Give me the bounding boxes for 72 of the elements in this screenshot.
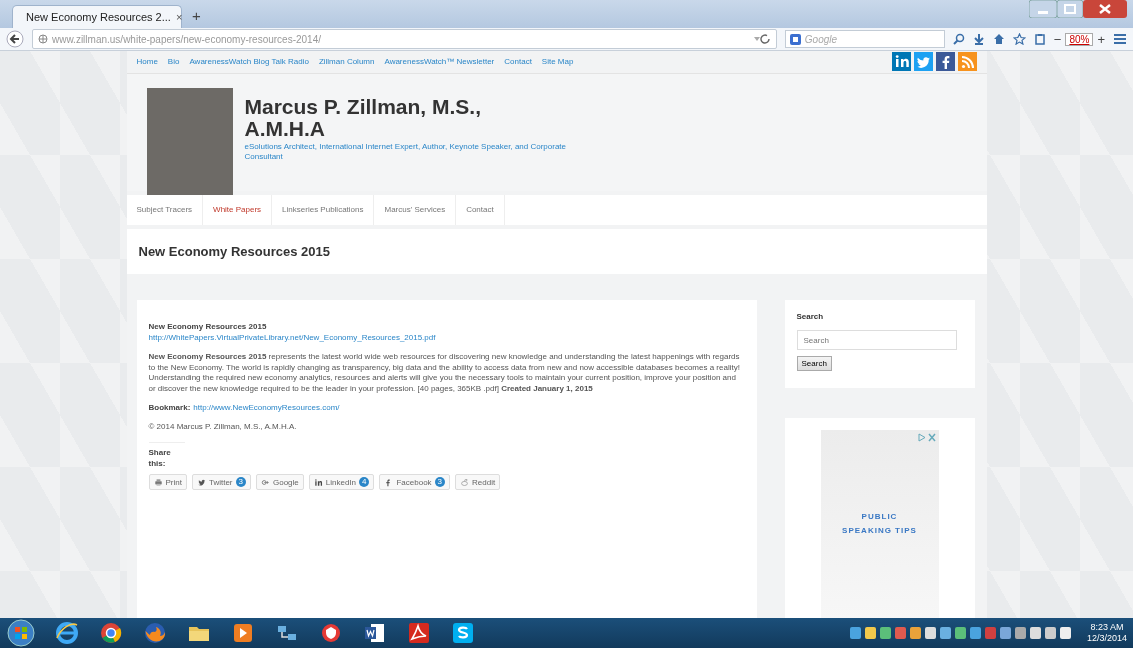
url-text: www.zillman.us/white-papers/new-economy-resources-2014/ [52,33,322,45]
back-icon[interactable] [6,30,24,48]
printer-icon [153,477,163,487]
search-engine-icon [789,33,801,45]
breadcrumb-link[interactable]: AwarenessWatch Blog Talk Radio [189,57,309,67]
address-bar[interactable]: www.zillman.us/white-papers/new-economy-resources-2014/ [32,29,777,49]
start-button[interactable] [6,619,36,647]
clipboard-icon[interactable] [1033,33,1046,45]
home-icon[interactable] [992,33,1005,45]
tab-close-button[interactable]: × [175,11,183,23]
breadcrumb-link[interactable]: Bio [167,57,180,67]
site-title: Marcus P. Zillman, M.S., A.M.H.A [244,95,483,140]
search-icon[interactable] [952,33,965,45]
search-button[interactable]: Search [796,356,832,371]
zoom-out-button[interactable]: − [1053,31,1062,47]
zoom-level[interactable]: 80% [1065,32,1094,46]
bookmark-link[interactable]: http://www.NewEconomyResources.com/ [193,403,340,414]
google-plus-icon [260,477,270,487]
tab-title: New Economy Resources 2... [26,11,171,23]
search-placeholder: Google [804,33,838,45]
article-paragraph: New Economy Resources 2015 represents the latest world wide web resources for discovering new knowledge and understanding the latest happenings with regards to the New Economy. The world is rapidly changing as transparency, big data and the ability to access data from new and now accessible databases becomes a reality! Understanding the required new economy analytics, resources and alerts will give you the necessary tools to maintain your current position, improve your position and or discover the new knowledge required to be the leader in your profession. [40 pages, 365KB .pdf] Created January 1, 2015 [148,352,741,394]
breadcrumb-link[interactable]: Site Map [541,57,574,67]
nav-tab[interactable]: Marcus' Services [374,194,457,225]
letter-e-icon [54,620,80,646]
advertisement[interactable]: PUBLIC SPEAKING TIPS [820,430,939,618]
search-heading: Search [796,312,825,321]
nav-tab[interactable]: Contact [456,194,505,225]
pdf-link[interactable]: http://WhitePapers.VirtualPrivateLibrary.net/New_Economy_Resources_2015.pdf [148,332,436,342]
article-heading: New Economy Resources 2015 [148,322,268,333]
breadcrumb-link[interactable]: Home [136,57,158,67]
copyright-text: © 2014 Marcus P. Zillman, M.S., A.M.H.A. [148,421,298,432]
browser-tab[interactable]: New Economy Resources 2... × [12,5,182,28]
bird-icon [196,477,206,487]
zoom-in-button[interactable]: + [1097,31,1105,47]
menu-icon[interactable] [1113,33,1127,45]
firefox-icon [142,620,168,646]
share-button[interactable]: Google [255,474,304,490]
nav-tab[interactable]: Linkseries Publications [272,194,375,225]
linkedin-icon [313,477,323,487]
reddit-alien-icon [460,477,470,487]
facebook-icon[interactable] [935,52,955,72]
nav-tab[interactable]: Subject Tracers [126,194,204,225]
breadcrumb-link[interactable]: Contact [504,57,532,67]
breadcrumb-link[interactable]: Zillman Column [318,57,375,67]
download-icon[interactable] [972,33,985,45]
bookmark-label: Bookmark: [148,403,191,414]
clock-time: 8:23 AM [1090,622,1124,633]
acrobat-icon [406,620,432,646]
bird-icon[interactable] [913,52,933,72]
clock-date: 12/3/2014 [1086,633,1127,644]
linkedin-icon[interactable] [891,52,911,72]
windows-logo-icon [7,619,35,647]
skype-icon [450,620,476,646]
share-button[interactable]: LinkedIn 4 [308,474,375,490]
star-icon[interactable] [1012,33,1026,45]
ad-headline: SPEAKING TIPS [842,525,917,537]
close-icon[interactable] [1083,0,1127,18]
new-tab-button[interactable]: + [186,7,207,28]
chrome-icon [98,620,124,646]
tagline: eSolutions Architect, International Internet Expert, Author, Keynote Speaker, and Corporate Consultant [244,141,568,162]
page-title: New Economy Resources 2015 [138,243,330,259]
share-button[interactable]: Facebook 3 [379,474,451,490]
share-button[interactable]: Reddit [455,474,501,490]
globe-icon [38,34,48,44]
share-button[interactable]: Twitter 3 [191,474,251,490]
breadcrumb-link[interactable]: AwarenessWatch™ Newsletter [384,57,495,67]
nav-tab[interactable]: White Papers [203,194,273,225]
share-button[interactable]: Print [148,474,187,490]
search-input[interactable]: Search [796,330,957,350]
reload-icon[interactable] [752,34,771,44]
share-heading: Share this: [148,442,185,469]
ad-headline: PUBLIC [861,511,898,523]
